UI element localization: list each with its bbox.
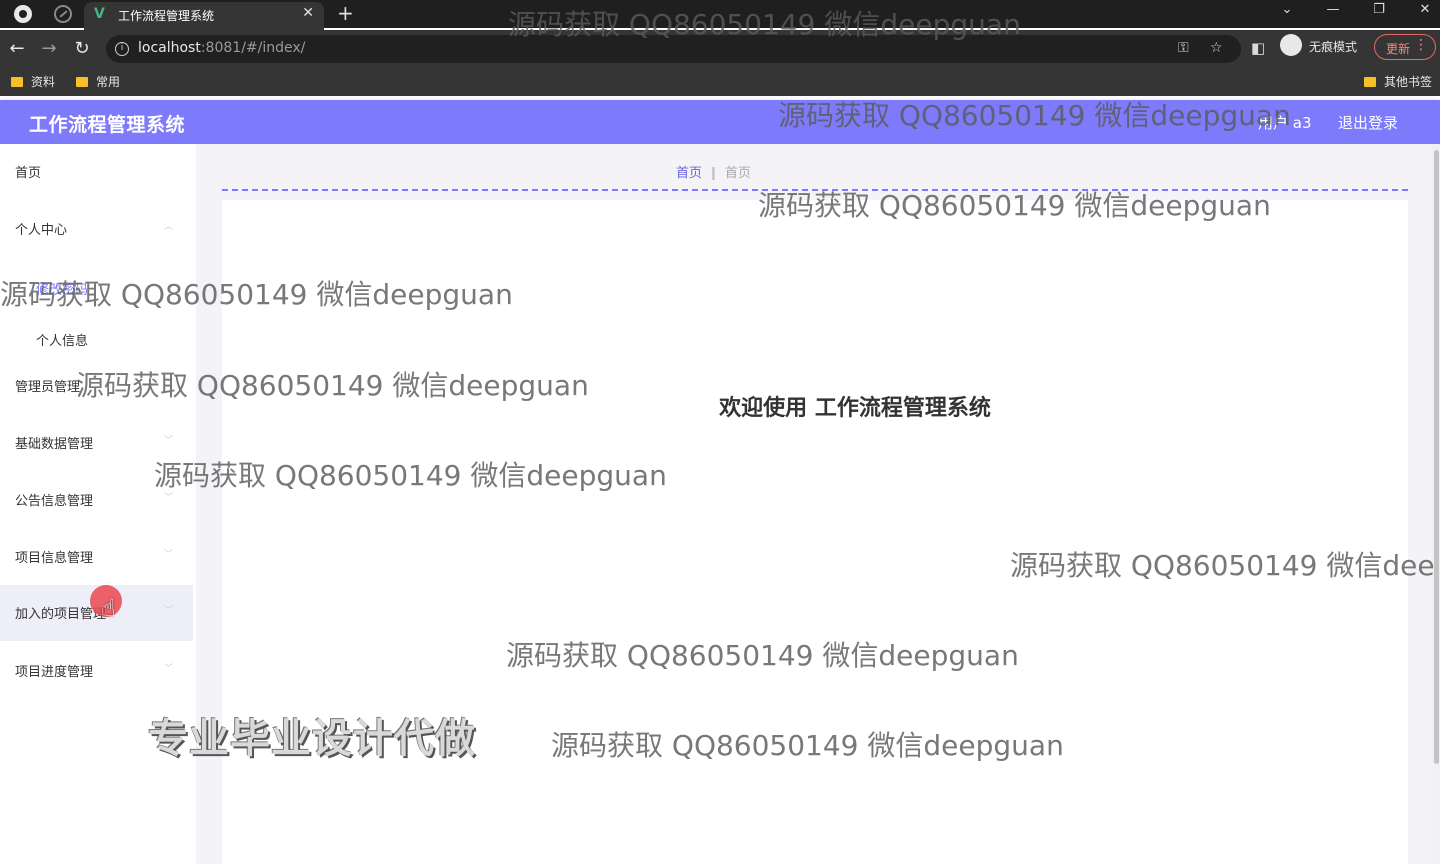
vue-favicon-icon: V	[94, 6, 105, 22]
chevron-down-icon: ﹀	[164, 664, 174, 674]
browser-toolbar: ← → ↻ i localhost:8081/#/index/ ⚿ ☆ ◧ 无痕…	[0, 30, 1440, 68]
sidebar-item-projects[interactable]: 项目信息管理 ﹀	[0, 529, 193, 585]
breadcrumb-home[interactable]: 首页	[676, 166, 702, 181]
incognito-label: 无痕模式	[1309, 40, 1358, 54]
bookmark-folder-changyong[interactable]: 常用	[76, 73, 120, 91]
sidebar-item-label: 个人中心	[15, 223, 68, 238]
sidebar-item-label: 修改密码	[36, 283, 89, 298]
folder-icon	[76, 77, 88, 87]
hand-cursor-icon: ☝	[101, 594, 116, 622]
back-icon[interactable]: ←	[6, 38, 28, 59]
update-button[interactable]: 更新 ⋮	[1374, 34, 1436, 60]
logout-button[interactable]: 退出登录	[1338, 112, 1398, 133]
chevron-down-icon: ﹀	[164, 606, 174, 616]
browser-tab[interactable]: V 工作流程管理系统 ✕	[84, 2, 324, 30]
side-panel-icon[interactable]: ◧	[1251, 39, 1265, 57]
sidebar-item-admin[interactable]: 管理员管理 ﹀	[0, 358, 193, 414]
incognito-icon	[1280, 34, 1302, 56]
update-label: 更新	[1386, 42, 1411, 56]
sidebar-item-basic-data[interactable]: 基础数据管理 ﹀	[0, 415, 193, 471]
sidebar-item-label: 公告信息管理	[15, 494, 94, 509]
sidebar-item-label: 个人信息	[36, 334, 89, 349]
sidebar-item-home[interactable]: 首页	[0, 144, 193, 200]
breadcrumb-divider	[222, 189, 1408, 191]
welcome-text: 欢迎使用 工作流程管理系统	[719, 396, 991, 421]
sidebar-item-label: 项目信息管理	[15, 551, 94, 566]
scrollbar-thumb[interactable]	[1434, 150, 1439, 764]
sidebar-item-notices[interactable]: 公告信息管理 ﹀	[0, 472, 193, 528]
sidebar-item-personal-center[interactable]: 个人中心 ︿	[0, 201, 193, 257]
chevron-down-icon: ﹀	[164, 379, 174, 389]
breadcrumb-separator-icon: ❙	[708, 166, 719, 181]
key-icon[interactable]: ⚿	[1178, 40, 1189, 56]
content-card	[222, 200, 1408, 864]
promo-overlay: 专业毕业设计代做	[148, 716, 476, 762]
app-title: 工作流程管理系统	[29, 114, 186, 136]
browser-tab-strip: V 工作流程管理系统 ✕ + ⌄ — ❐ ✕	[0, 0, 1440, 30]
site-info-icon[interactable]: i	[115, 42, 129, 56]
sidebar-item-label: 项目进度管理	[15, 665, 94, 680]
chevron-down-icon: ﹀	[164, 550, 174, 560]
url-text[interactable]: localhost:8081/#/index/	[138, 40, 305, 56]
more-menu-icon: ⋮	[1414, 37, 1428, 53]
breadcrumb: 首页 ❙ 首页	[676, 162, 751, 181]
address-bar[interactable]: i localhost:8081/#/index/ ⚿ ☆	[106, 35, 1241, 63]
forward-icon[interactable]: →	[38, 38, 60, 59]
sidebar-item-label: 基础数据管理	[15, 437, 94, 452]
chevron-down-icon: ﹀	[164, 436, 174, 446]
app-header: 工作流程管理系统 用户 a3 退出登录	[0, 100, 1440, 144]
new-tab-button[interactable]: +	[337, 1, 354, 25]
tab-title: 工作流程管理系统	[118, 9, 215, 23]
tab-list-chevron-icon[interactable]: ⌄	[1272, 2, 1302, 17]
restore-icon[interactable]: ❐	[1364, 2, 1394, 17]
chevron-down-icon: ﹀	[164, 493, 174, 503]
folder-icon	[1364, 77, 1376, 87]
browser-menu-icon[interactable]	[14, 5, 32, 23]
other-bookmarks[interactable]: 其他书签	[1364, 73, 1432, 91]
chevron-up-icon: ︿	[164, 222, 174, 232]
incognito-indicator[interactable]: 无痕模式	[1280, 34, 1370, 56]
sidebar-subitem-personal-info[interactable]: 个人信息	[0, 315, 193, 361]
close-window-icon[interactable]: ✕	[1410, 2, 1440, 17]
reload-icon[interactable]: ↻	[71, 38, 93, 59]
user-label: 用户 a3	[1258, 114, 1312, 132]
minimize-icon[interactable]: —	[1318, 2, 1348, 17]
bookmarks-bar: 资料 常用 其他书签	[0, 68, 1440, 96]
sidebar-item-progress[interactable]: 项目进度管理 ﹀	[0, 643, 193, 699]
sidebar-item-label: 管理员管理	[15, 380, 81, 395]
bookmark-folder-ziliao[interactable]: 资料	[11, 73, 55, 91]
folder-icon	[11, 77, 23, 87]
tab-search-icon[interactable]	[54, 5, 72, 23]
sidebar-subitem-change-password[interactable]: 修改密码	[0, 264, 193, 310]
bookmark-star-icon[interactable]: ☆	[1210, 40, 1223, 56]
tab-close-icon[interactable]: ✕	[302, 5, 314, 21]
sidebar-item-label: 首页	[15, 166, 42, 181]
breadcrumb-current: 首页	[724, 166, 751, 181]
